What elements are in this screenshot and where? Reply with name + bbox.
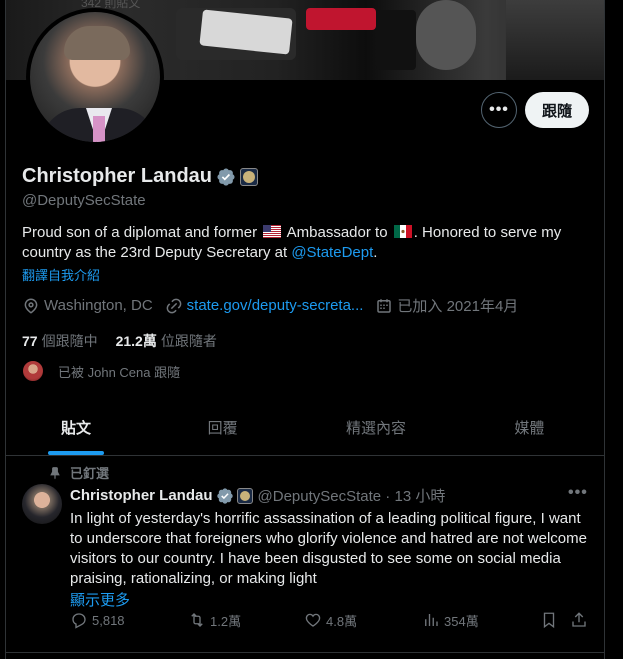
us-flag-icon bbox=[263, 225, 282, 238]
tweet-author-avatar[interactable] bbox=[22, 484, 62, 524]
profile-tabs: 貼文 回覆 精選內容 媒體 bbox=[6, 400, 604, 456]
followed-by-row[interactable]: 已被 John Cena 跟隨 bbox=[22, 360, 180, 382]
location-pin-icon bbox=[24, 298, 38, 314]
bio-text: Ambassador to bbox=[286, 224, 388, 241]
repost-icon bbox=[191, 613, 203, 627]
bio-text: Proud son of a diplomat and former bbox=[22, 224, 258, 241]
more-options-button[interactable]: ••• bbox=[481, 92, 517, 128]
follow-button[interactable]: 跟隨 bbox=[525, 92, 589, 128]
translate-bio-link[interactable]: 翻譯自我介紹 bbox=[22, 265, 100, 284]
show-more-link[interactable]: 顯示更多 bbox=[70, 589, 130, 610]
state-dept-link[interactable]: @StateDept bbox=[291, 244, 373, 261]
bio-text: . bbox=[373, 244, 378, 261]
link-icon bbox=[166, 298, 182, 313]
bookmark-button[interactable] bbox=[540, 611, 562, 629]
profile-name-row: Christopher Landau bbox=[22, 165, 259, 188]
reply-count: 5,818 bbox=[92, 612, 125, 628]
mexico-flag-icon bbox=[393, 225, 412, 238]
tab-label: 精選內容 bbox=[345, 420, 406, 437]
website-link[interactable]: state.gov/deputy-secreta... bbox=[187, 297, 364, 314]
following-count: 77 bbox=[22, 333, 38, 349]
views-count: 354萬 bbox=[444, 613, 479, 629]
followers-label: 位跟隨者 bbox=[160, 333, 217, 349]
profile-page: 342 則貼文 ••• 跟隨 Christopher Landau @Deput… bbox=[5, 0, 605, 659]
active-tab-indicator bbox=[48, 451, 104, 455]
like-count: 4.8萬 bbox=[326, 613, 358, 629]
joined-text: 已加入 2021年4月 bbox=[397, 298, 519, 315]
divider bbox=[6, 652, 604, 653]
following-stat[interactable]: 77 個跟隨中 bbox=[22, 331, 98, 351]
location-text: Washington, DC bbox=[44, 297, 153, 314]
location-item: Washington, DC bbox=[22, 297, 153, 315]
profile-bio: Proud son of a diplomat and former Ambas… bbox=[22, 223, 592, 263]
pin-icon bbox=[50, 466, 60, 479]
views-button[interactable]: 354萬 bbox=[422, 611, 479, 630]
like-icon bbox=[305, 613, 321, 627]
repost-count: 1.2萬 bbox=[210, 613, 242, 629]
followed-by-text: 已被 John Cena 跟隨 bbox=[58, 364, 181, 380]
followers-stat[interactable]: 21.2萬 位跟隨者 bbox=[116, 331, 217, 351]
tab-label: 貼文 bbox=[60, 420, 91, 437]
tab-label: 回覆 bbox=[207, 420, 238, 437]
reply-button[interactable]: 5,818 bbox=[70, 611, 125, 629]
profile-name: Christopher Landau bbox=[22, 165, 213, 187]
views-icon bbox=[425, 614, 438, 626]
state-dept-seal-icon bbox=[236, 487, 253, 504]
tab-replies[interactable]: 回覆 bbox=[146, 400, 299, 455]
bookmark-icon bbox=[543, 612, 555, 629]
pinned-label: 已釘選 bbox=[48, 463, 109, 482]
share-button[interactable] bbox=[570, 611, 592, 629]
tweet-text: In light of yesterday's horrific assassi… bbox=[70, 510, 587, 587]
follow-stats: 77 個跟隨中 21.2萬 位跟隨者 bbox=[22, 331, 235, 351]
website-item[interactable]: state.gov/deputy-secreta... bbox=[165, 297, 364, 315]
verified-badge-icon[interactable] bbox=[216, 487, 234, 505]
pinned-text: 已釘選 bbox=[70, 466, 110, 481]
like-button[interactable]: 4.8萬 bbox=[304, 611, 357, 630]
tab-media[interactable]: 媒體 bbox=[453, 400, 604, 455]
share-icon bbox=[572, 612, 586, 627]
tab-posts[interactable]: 貼文 bbox=[6, 400, 146, 455]
tweet-author-name[interactable]: Christopher Landau bbox=[70, 487, 213, 504]
reply-icon bbox=[72, 613, 86, 629]
follower-avatar bbox=[22, 360, 44, 382]
tweet-header: Christopher Landau @DeputySecState · 13 … bbox=[70, 485, 445, 506]
calendar-icon bbox=[377, 298, 392, 313]
profile-meta: Washington, DC state.gov/deputy-secreta.… bbox=[22, 295, 530, 316]
profile-avatar[interactable] bbox=[26, 8, 164, 146]
following-label: 個跟隨中 bbox=[41, 333, 98, 349]
tweet-more-button[interactable]: ••• bbox=[568, 484, 588, 502]
verified-badge-icon[interactable] bbox=[216, 167, 236, 187]
profile-handle: @DeputySecState bbox=[22, 192, 146, 209]
state-dept-seal-icon[interactable] bbox=[240, 167, 259, 186]
joined-item: 已加入 2021年4月 bbox=[375, 295, 518, 316]
repost-button[interactable]: 1.2萬 bbox=[188, 611, 241, 630]
tab-label: 媒體 bbox=[514, 420, 545, 437]
followers-count: 21.2萬 bbox=[115, 333, 157, 349]
tweet-handle-time[interactable]: @DeputySecState · 13 小時 bbox=[258, 485, 446, 506]
tab-highlights[interactable]: 精選內容 bbox=[299, 400, 452, 455]
